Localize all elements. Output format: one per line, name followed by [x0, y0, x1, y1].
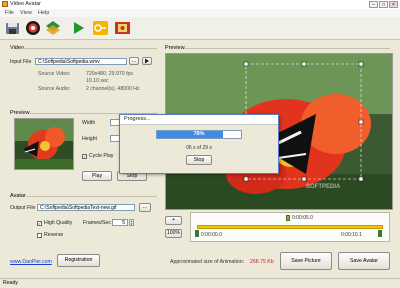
close-button[interactable]: ×	[389, 1, 398, 8]
maximize-button[interactable]: □	[379, 1, 388, 8]
layers-icon[interactable]	[45, 20, 62, 36]
frames-per-sec-field[interactable]: 5	[112, 219, 128, 226]
app-icon	[2, 1, 8, 7]
timeline-position-marker[interactable]	[286, 215, 290, 221]
menu-view[interactable]: View	[20, 10, 32, 16]
timeline-end-time: 0:00:10.1	[341, 232, 362, 238]
save-icon[interactable]	[4, 20, 21, 36]
output-file-field[interactable]: C:\Softpedia\SoftpediaTest-new.gif	[37, 204, 135, 211]
minimize-button[interactable]: –	[369, 1, 378, 8]
source-video-value: 720x480, 29.970 fps	[86, 71, 134, 77]
reverse-label: Reverse	[44, 232, 64, 238]
cycle-play-checkbox[interactable]: ✓	[82, 154, 87, 159]
width-label: Width	[82, 120, 96, 126]
source-video-duration: 10.10 sec	[86, 78, 109, 84]
zoom-in-button[interactable]: +	[165, 216, 182, 225]
play-icon[interactable]	[70, 20, 87, 36]
progress-stop-button[interactable]: Stop	[186, 155, 212, 165]
film-icon[interactable]	[114, 20, 131, 36]
high-quality-label: High Quality	[44, 220, 73, 226]
timeline-start-time: 0:00:00.0	[201, 232, 222, 238]
approx-size-value: 268.75 Kb	[250, 259, 274, 265]
toolbar	[0, 17, 400, 40]
registration-button[interactable]: Registration	[57, 254, 100, 267]
butterfly-thumbnail-image	[15, 119, 73, 169]
progress-bar: 78%	[156, 130, 242, 139]
reverse-checkbox[interactable]	[37, 233, 42, 238]
small-play-icon	[145, 58, 149, 64]
high-quality-checkbox[interactable]: ✓	[37, 221, 42, 226]
timeline-end-handle[interactable]	[378, 230, 382, 237]
play-button[interactable]: Play	[82, 171, 112, 181]
approx-size-label: Approximated size of Animation:	[170, 259, 245, 265]
avatar-group-label: Avatar	[10, 193, 26, 199]
save-picture-button[interactable]: Save Picture	[280, 252, 332, 270]
timeline-start-handle[interactable]	[195, 230, 199, 237]
input-file-field[interactable]: C:\Softpedia\Softpedia.wmv	[35, 58, 127, 65]
progress-dialog-titlebar: Progress...	[120, 115, 278, 125]
source-audio-label: Source Audio:	[38, 86, 71, 92]
preview-thumbnail	[14, 118, 74, 170]
progress-percent: 78%	[193, 131, 205, 137]
zoom-level-button[interactable]: 100%	[165, 229, 182, 238]
status-text: Ready	[3, 280, 18, 286]
avatar-group-divider	[26, 196, 157, 197]
progress-count: 06 s of 29 s	[186, 145, 212, 151]
source-video-label: Source Video:	[38, 71, 71, 77]
website-link[interactable]: www.DanPlei.com	[10, 259, 52, 265]
menu-help[interactable]: Help	[38, 10, 49, 16]
input-browse-button[interactable]: ...	[129, 57, 139, 65]
source-audio-value: 2 channel(s), 48000 Hz	[86, 86, 140, 92]
progress-dialog-title: Progress...	[124, 116, 151, 122]
save-avatar-button[interactable]: Save Avatar	[338, 252, 390, 270]
preview-group-label: Preview	[10, 110, 30, 116]
record-icon[interactable]	[25, 20, 42, 36]
output-browse-button[interactable]: ...	[139, 203, 151, 212]
window-title: Video Avatar	[10, 1, 41, 7]
key-icon[interactable]	[92, 20, 109, 36]
video-group-divider	[22, 48, 157, 49]
cycle-play-label: Cycle Play	[89, 153, 114, 159]
timeline-panel: 0:00:05.0 0:00:00.0 0:00:10.1	[190, 212, 390, 242]
progress-dialog: Progress... 78% 06 s of 29 s Stop	[119, 114, 279, 174]
watermark: SOFTPEDIA	[306, 184, 341, 190]
timeline-current-time: 0:00:05.0	[292, 215, 313, 221]
timeline-track[interactable]	[197, 225, 383, 229]
menu-file[interactable]: File	[5, 10, 14, 16]
frames-spinner[interactable]: ▴ ▾	[129, 219, 134, 226]
output-file-label: Output File	[10, 205, 36, 211]
height-label: Height	[82, 136, 97, 142]
frames-per-sec-label: Frames/Sec	[83, 220, 111, 226]
input-file-label: Input File	[10, 59, 32, 65]
menu-bar: File View Help	[0, 9, 400, 17]
input-play-button[interactable]	[142, 57, 152, 65]
main-preview-divider	[184, 48, 390, 49]
main-preview-label: Preview	[165, 45, 185, 51]
